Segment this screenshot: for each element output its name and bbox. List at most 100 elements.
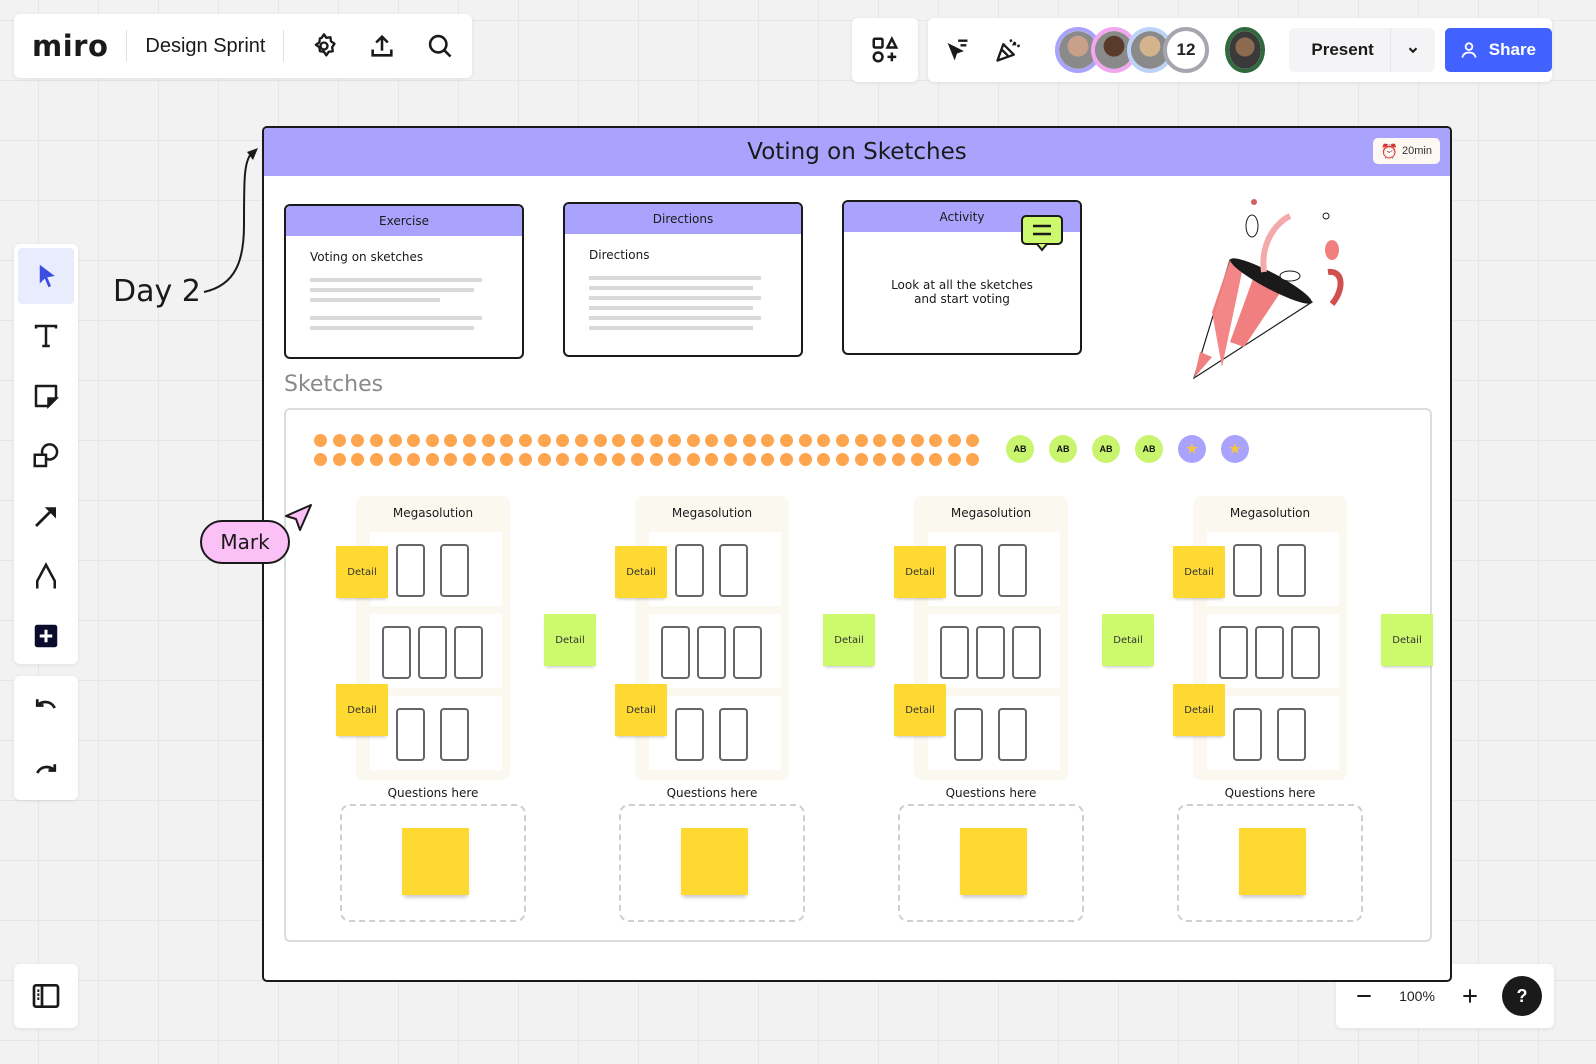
settings-button[interactable] [302, 24, 346, 68]
vote-dot[interactable] [314, 453, 327, 466]
vote-dot[interactable] [556, 434, 570, 447]
tool-pen[interactable] [18, 548, 74, 604]
exercise-card[interactable]: Exercise Voting on sketches [284, 204, 524, 359]
detail-sticky[interactable]: Detail [1102, 614, 1154, 666]
screen-sketch[interactable] [1233, 708, 1262, 761]
vote-dot[interactable] [686, 434, 700, 447]
tool-select[interactable] [18, 248, 74, 304]
questions-dropzone[interactable] [898, 804, 1084, 922]
tool-shapes[interactable] [18, 428, 74, 484]
vote-dot[interactable] [686, 453, 700, 466]
questions-dropzone[interactable] [1177, 804, 1363, 922]
vote-dot[interactable] [425, 434, 439, 447]
tool-more[interactable] [18, 608, 74, 664]
tool-text[interactable] [18, 308, 74, 364]
day-label[interactable]: Day 2 [113, 274, 201, 309]
vote-dot[interactable] [835, 434, 849, 447]
present-options-button[interactable] [1391, 43, 1435, 57]
vote-dot[interactable] [388, 434, 402, 447]
vote-dot[interactable] [481, 453, 495, 466]
redo-button[interactable] [18, 740, 74, 796]
vote-dot[interactable] [314, 434, 327, 447]
collaborator-avatars[interactable]: 12 [1055, 27, 1209, 73]
detail-sticky[interactable]: Detail [615, 684, 667, 736]
screen-sketch[interactable] [1219, 626, 1248, 679]
screen-sketch[interactable] [396, 708, 425, 761]
voter-badge[interactable]: AB [1049, 435, 1077, 463]
vote-dot[interactable] [798, 434, 812, 447]
vote-dot[interactable] [500, 453, 514, 466]
current-user-avatar[interactable] [1225, 27, 1266, 73]
vote-dot[interactable] [593, 434, 607, 447]
vote-dot[interactable] [761, 453, 775, 466]
share-button[interactable]: Share [1444, 28, 1553, 72]
screen-sketch[interactable] [1277, 544, 1306, 597]
vote-dot[interactable] [966, 434, 980, 447]
vote-dot[interactable] [369, 434, 383, 447]
vote-dot[interactable] [742, 434, 756, 447]
screen-sketch[interactable] [675, 708, 704, 761]
vote-dot[interactable] [798, 453, 812, 466]
vote-dot[interactable] [947, 434, 961, 447]
vote-dot[interactable] [481, 434, 495, 447]
vote-dot[interactable] [519, 453, 533, 466]
vote-dot[interactable] [724, 453, 738, 466]
vote-dot[interactable] [332, 453, 346, 466]
voter-badge[interactable]: AB [1092, 435, 1120, 463]
zoom-level[interactable]: 100% [1386, 988, 1448, 1004]
apps-button[interactable] [852, 18, 918, 82]
vote-dot[interactable] [780, 434, 794, 447]
collaborator-count-badge[interactable]: 12 [1163, 27, 1209, 73]
vote-dot[interactable] [668, 434, 682, 447]
detail-sticky[interactable]: Detail [1173, 546, 1225, 598]
vote-dot[interactable] [519, 434, 533, 447]
board-title[interactable]: Design Sprint [145, 35, 265, 58]
vote-dot[interactable] [351, 453, 365, 466]
vote-dot[interactable] [649, 434, 663, 447]
screen-sketch[interactable] [454, 626, 483, 679]
detail-sticky[interactable]: Detail [894, 684, 946, 736]
screen-sketch[interactable] [1291, 626, 1320, 679]
vote-dot[interactable] [407, 434, 421, 447]
vote-dot[interactable] [873, 434, 887, 447]
search-button[interactable] [418, 24, 462, 68]
vote-dot[interactable] [742, 453, 756, 466]
undo-button[interactable] [18, 680, 74, 736]
vote-dot[interactable] [612, 453, 626, 466]
help-button[interactable]: ? [1502, 976, 1542, 1016]
vote-dot[interactable] [574, 453, 588, 466]
questions-dropzone[interactable] [340, 804, 526, 922]
vote-dot[interactable] [649, 453, 663, 466]
vote-dot[interactable] [854, 434, 868, 447]
vote-dot[interactable] [593, 453, 607, 466]
detail-sticky[interactable]: Detail [336, 546, 388, 598]
tool-sticky-note[interactable] [18, 368, 74, 424]
timer-badge[interactable]: ⏰ 20min [1372, 138, 1440, 164]
vote-dot[interactable] [817, 434, 831, 447]
vote-dot[interactable] [891, 453, 905, 466]
question-sticky[interactable] [402, 828, 469, 895]
questions-dropzone[interactable] [619, 804, 805, 922]
star-badge[interactable]: ★ [1178, 435, 1206, 463]
vote-dot[interactable] [537, 453, 551, 466]
vote-dot[interactable] [947, 453, 961, 466]
directions-card[interactable]: Directions Directions [563, 202, 803, 357]
vote-dot[interactable] [705, 453, 719, 466]
export-button[interactable] [360, 24, 404, 68]
screen-sketch[interactable] [661, 626, 690, 679]
screen-sketch[interactable] [440, 708, 469, 761]
detail-sticky[interactable]: Detail [894, 546, 946, 598]
vote-dot[interactable] [630, 434, 644, 447]
vote-dot[interactable] [388, 453, 402, 466]
vote-dot[interactable] [891, 434, 905, 447]
screen-sketch[interactable] [675, 544, 704, 597]
detail-sticky[interactable]: Detail [1381, 614, 1433, 666]
screen-sketch[interactable] [440, 544, 469, 597]
screen-sketch[interactable] [954, 708, 983, 761]
vote-dot[interactable] [835, 453, 849, 466]
zoom-in-button[interactable] [1448, 974, 1492, 1018]
screen-sketch[interactable] [418, 626, 447, 679]
vote-dot[interactable] [854, 453, 868, 466]
celebrate-button[interactable] [990, 28, 1028, 72]
voter-badge[interactable]: AB [1135, 435, 1163, 463]
